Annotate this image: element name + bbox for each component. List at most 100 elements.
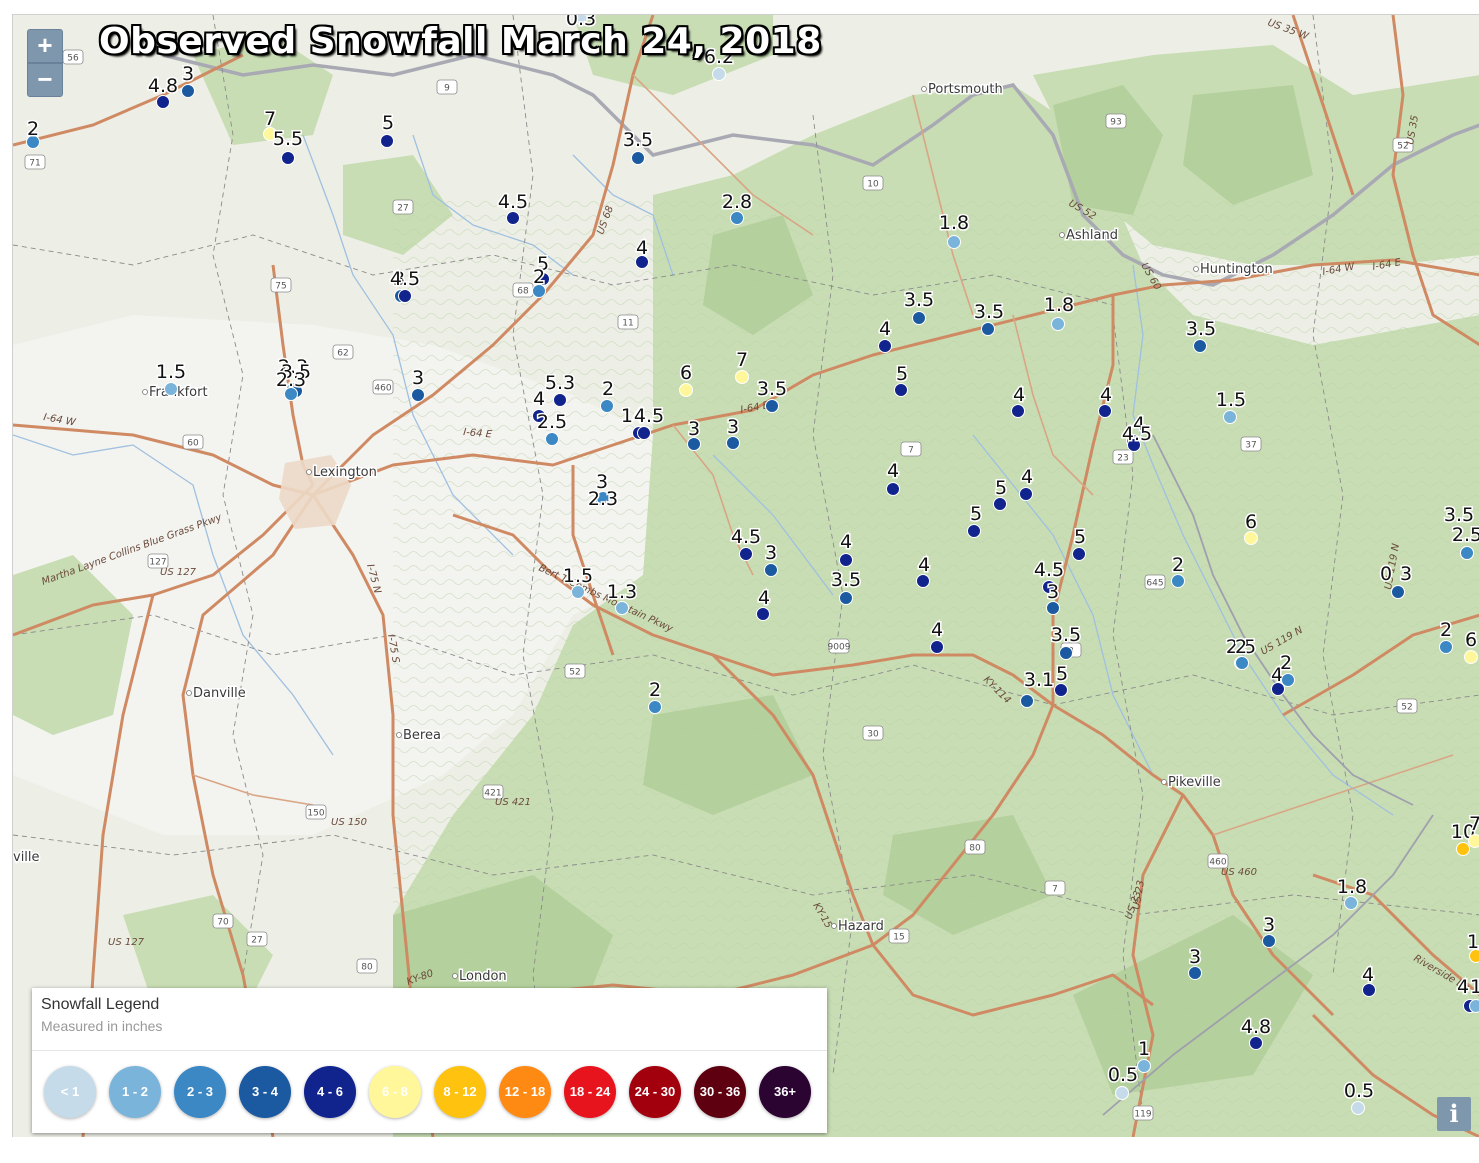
snowfall-marker[interactable] bbox=[637, 426, 651, 440]
snowfall-marker[interactable] bbox=[878, 339, 892, 353]
snowfall-marker[interactable] bbox=[1351, 1101, 1365, 1115]
legend-swatch: 8 - 12 bbox=[434, 1066, 486, 1118]
snowfall-marker[interactable] bbox=[764, 563, 778, 577]
snowfall-marker[interactable] bbox=[1249, 1036, 1263, 1050]
legend-swatch: 4 - 6 bbox=[304, 1066, 356, 1118]
snowfall-marker[interactable] bbox=[1188, 966, 1202, 980]
snowfall-marker[interactable] bbox=[553, 393, 567, 407]
snowfall-marker[interactable] bbox=[615, 601, 629, 615]
route-shield-label: 75 bbox=[275, 282, 286, 292]
snowfall-marker[interactable] bbox=[281, 151, 295, 165]
snowfall-value: 3 bbox=[1400, 563, 1412, 585]
snowfall-marker[interactable] bbox=[181, 84, 195, 98]
route-shield-label: 27 bbox=[251, 936, 262, 946]
snowfall-marker[interactable] bbox=[1469, 999, 1479, 1013]
snowfall-marker[interactable] bbox=[765, 399, 779, 413]
snowfall-marker[interactable] bbox=[1137, 1059, 1151, 1073]
legend-items: < 11 - 22 - 33 - 44 - 66 - 88 - 12 12 - 1… bbox=[44, 1066, 824, 1120]
legend-swatch: 3 - 4 bbox=[239, 1066, 291, 1118]
snowfall-marker[interactable] bbox=[730, 211, 744, 225]
snowfall-value: 4 bbox=[887, 460, 899, 482]
snowfall-marker[interactable] bbox=[1439, 640, 1453, 654]
snowfall-value: 3.5 bbox=[974, 301, 1004, 323]
zoom-out-button[interactable]: − bbox=[27, 63, 63, 97]
snowfall-marker[interactable] bbox=[712, 67, 726, 81]
route-label: US 127 bbox=[108, 937, 145, 948]
snowfall-value: 4.5 bbox=[1034, 559, 1064, 581]
snowfall-marker[interactable] bbox=[1223, 410, 1237, 424]
snowfall-value: 3 bbox=[1263, 914, 1275, 936]
snowfall-marker[interactable] bbox=[1072, 547, 1086, 561]
snowfall-marker[interactable] bbox=[411, 388, 425, 402]
snowfall-marker[interactable] bbox=[1046, 601, 1060, 615]
snowfall-marker[interactable] bbox=[1059, 646, 1073, 660]
snowfall-marker[interactable] bbox=[756, 607, 770, 621]
route-shield-label: 80 bbox=[969, 844, 981, 854]
snowfall-marker[interactable] bbox=[506, 211, 520, 225]
snowfall-marker[interactable] bbox=[930, 640, 944, 654]
snowfall-marker[interactable] bbox=[839, 553, 853, 567]
snowfall-marker[interactable] bbox=[1011, 404, 1025, 418]
snowfall-marker[interactable] bbox=[993, 497, 1007, 511]
zoom-in-button[interactable]: + bbox=[27, 29, 63, 63]
snowfall-marker[interactable] bbox=[1391, 585, 1405, 599]
snowfall-marker[interactable] bbox=[1460, 546, 1474, 560]
snowfall-marker[interactable] bbox=[1020, 694, 1034, 708]
place-label: Portsmouth bbox=[928, 82, 1003, 97]
route-shield-label: 52 bbox=[1401, 703, 1412, 713]
route-shield-label: 10 bbox=[867, 180, 879, 190]
snowfall-marker[interactable] bbox=[735, 370, 749, 384]
snowfall-marker[interactable] bbox=[1054, 683, 1068, 697]
snowfall-value: 1.5 bbox=[156, 361, 186, 383]
snowfall-marker[interactable] bbox=[571, 585, 585, 599]
map-canvas[interactable]: 5697175276862460601271110935237236457900… bbox=[13, 15, 1479, 1137]
place-marker bbox=[831, 923, 837, 929]
snowfall-marker[interactable] bbox=[981, 322, 995, 336]
snowfall-marker[interactable] bbox=[1262, 934, 1276, 948]
route-shield-label: 60 bbox=[187, 439, 199, 449]
snowfall-marker[interactable] bbox=[839, 591, 853, 605]
snowfall-value: 4 bbox=[1362, 964, 1374, 986]
snowfall-marker[interactable] bbox=[1235, 656, 1249, 670]
snowfall-marker[interactable] bbox=[648, 700, 662, 714]
snowfall-marker[interactable] bbox=[545, 432, 559, 446]
snowfall-marker[interactable] bbox=[164, 382, 178, 396]
snowfall-marker[interactable] bbox=[600, 399, 614, 413]
snowfall-marker[interactable] bbox=[1464, 650, 1478, 664]
snowfall-marker[interactable] bbox=[916, 574, 930, 588]
snowfall-value: 2 bbox=[1172, 554, 1184, 576]
map-frame[interactable]: 56 9 71 75 27 68 62 460 60 127 11 10 93 52 37 23 645 7 900… bbox=[12, 14, 1479, 1137]
place-label: Ashland bbox=[1066, 228, 1118, 243]
info-button[interactable]: i bbox=[1437, 1097, 1471, 1131]
snowfall-marker[interactable] bbox=[739, 547, 753, 561]
snowfall-marker[interactable] bbox=[726, 436, 740, 450]
snowfall-marker[interactable] bbox=[886, 482, 900, 496]
snowfall-marker[interactable] bbox=[1456, 842, 1470, 856]
snowfall-marker[interactable] bbox=[1281, 673, 1295, 687]
snowfall-marker[interactable] bbox=[1115, 1086, 1129, 1100]
snowfall-marker[interactable] bbox=[1171, 574, 1185, 588]
map-title: Observed Snowfall March 24, 2018 bbox=[99, 21, 822, 62]
snowfall-marker[interactable] bbox=[894, 383, 908, 397]
snowfall-marker[interactable] bbox=[1193, 339, 1207, 353]
snowfall-marker[interactable] bbox=[1098, 404, 1112, 418]
snowfall-marker[interactable] bbox=[967, 524, 981, 538]
snowfall-marker[interactable] bbox=[1468, 834, 1479, 848]
snowfall-marker[interactable] bbox=[398, 289, 412, 303]
snowfall-value: 4 bbox=[758, 587, 770, 609]
snowfall-marker[interactable] bbox=[631, 151, 645, 165]
snowfall-value: 1 bbox=[1138, 1038, 1150, 1060]
snowfall-value: 5.3 bbox=[545, 372, 575, 394]
snowfall-marker[interactable] bbox=[1244, 531, 1258, 545]
place-marker bbox=[1193, 266, 1199, 272]
snowfall-marker[interactable] bbox=[1051, 317, 1065, 331]
snowfall-marker[interactable] bbox=[1019, 487, 1033, 501]
snowfall-marker[interactable] bbox=[912, 311, 926, 325]
snowfall-marker[interactable] bbox=[1344, 896, 1358, 910]
snowfall-value: 4.5 bbox=[390, 268, 420, 290]
snowfall-marker[interactable] bbox=[156, 95, 170, 109]
snowfall-marker[interactable] bbox=[947, 235, 961, 249]
snowfall-marker[interactable] bbox=[679, 383, 693, 397]
legend-swatch: 6 - 8 bbox=[369, 1066, 421, 1118]
snowfall-marker[interactable] bbox=[380, 134, 394, 148]
